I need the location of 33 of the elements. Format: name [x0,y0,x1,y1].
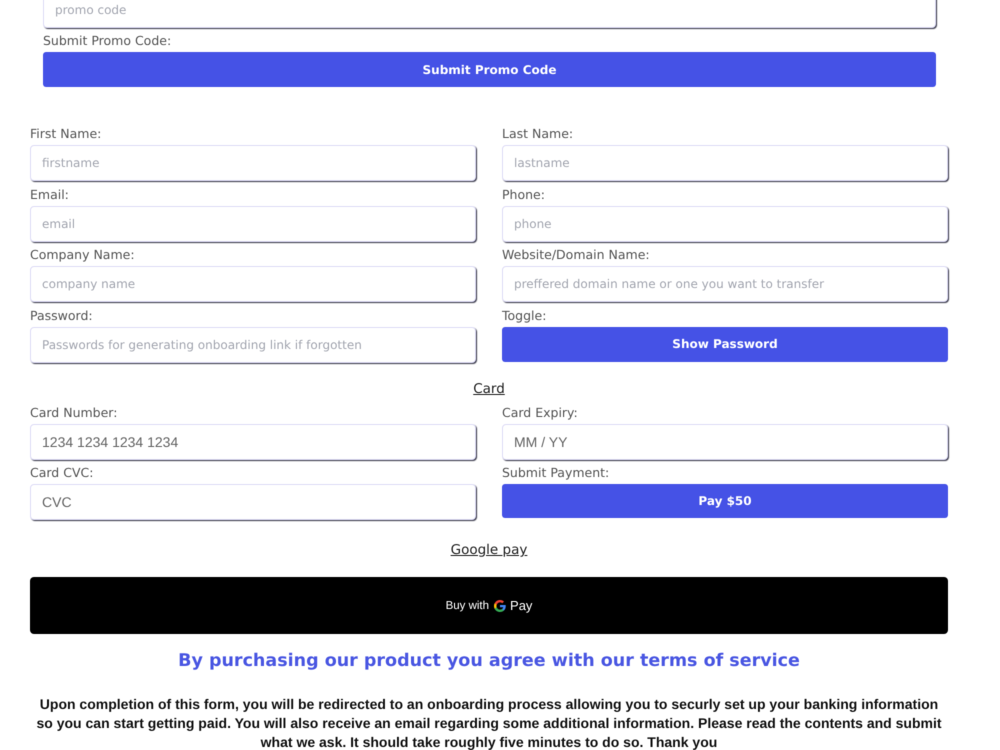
input-field[interactable]: lastname [502,145,948,181]
input-field[interactable]: email [30,206,476,242]
field-label: Company Name: [30,247,135,263]
field-label: Toggle: [502,308,546,324]
input-field[interactable]: phone [502,206,948,242]
field-label: Website/Domain Name: [502,247,650,263]
promo-code-field[interactable]: promo code [43,0,936,28]
card-input-field[interactable]: 1234 1234 1234 1234 [30,424,476,460]
field-label: Last Name: [502,126,574,142]
google-pay-button[interactable]: Buy with Pay [30,577,948,634]
onboarding-notice: Upon completion of this form, you will be redirected to an onboarding process allowing you to securly set up your banking information so you can start getting paid. You will also receive an email regarding some additional information. Please read the contents and submit what we ask. It should take roughly five minutes to do so. Thank you [35,695,943,750]
field-label: Password: [30,308,93,324]
field-label: Email: [30,186,69,202]
input-field[interactable]: firstname [30,145,476,181]
field-label: Card Number: [30,404,118,420]
input-field[interactable]: Passwords for generating onboarding link if forgotten [30,326,476,362]
submit-promo-button[interactable]: Submit Promo Code [43,52,936,87]
field-label: Submit Promo Code: [43,33,172,49]
field-label: Card Expiry: [502,404,578,420]
field-label: Submit Payment: [502,465,610,481]
field-label: First Name: [30,126,102,142]
card-input-field[interactable]: CVC [30,484,476,520]
show-password-button[interactable]: Show Password [502,326,948,362]
card-link[interactable]: Card [473,380,505,398]
pay-button[interactable]: Pay $50 [502,484,948,518]
input-field[interactable]: company name [30,266,476,302]
google-pay-link[interactable]: Google pay [450,541,528,559]
input-field[interactable]: preffered domain name or one you want to transfer [502,266,948,302]
field-label: Phone: [502,186,545,202]
terms-heading: By purchasing our product you agree with our terms of service [178,650,800,673]
field-label: Card CVC: [30,465,94,481]
g-logo-icon [494,600,506,612]
card-input-field[interactable]: MM / YY [502,424,948,460]
